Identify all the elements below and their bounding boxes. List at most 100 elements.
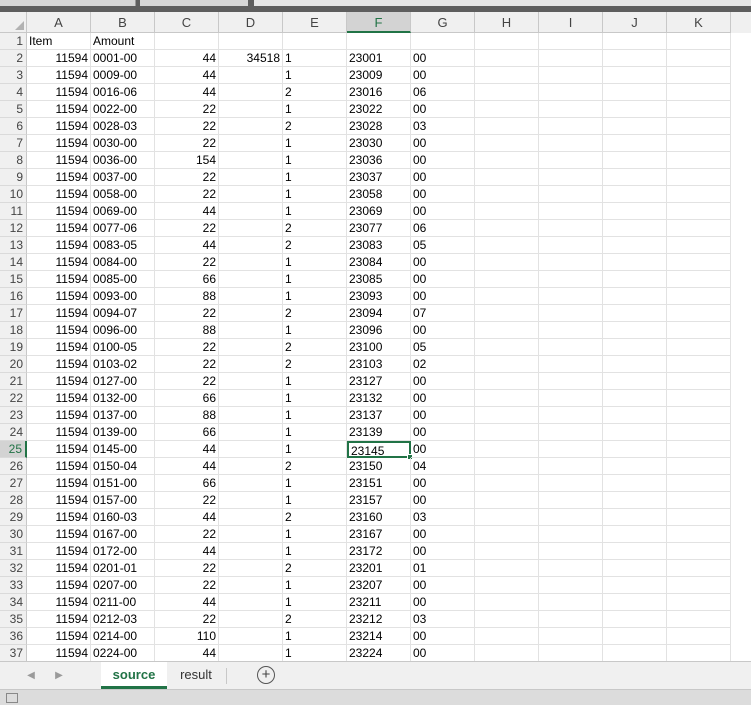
cell-b[interactable]: 0093-00 xyxy=(91,288,155,305)
cell-f[interactable]: 23094 xyxy=(347,305,411,322)
tab-source[interactable]: source xyxy=(101,662,167,689)
cell-f[interactable]: 23139 xyxy=(347,424,411,441)
cell-k[interactable] xyxy=(667,203,731,220)
cell-a[interactable]: 11594 xyxy=(27,186,91,203)
cell-f[interactable]: 23083 xyxy=(347,237,411,254)
cell-a[interactable]: 11594 xyxy=(27,611,91,628)
cell-k[interactable] xyxy=(667,492,731,509)
cell-a[interactable]: 11594 xyxy=(27,169,91,186)
cell-a[interactable]: 11594 xyxy=(27,118,91,135)
row-header[interactable]: 30 xyxy=(0,526,27,543)
cell-f[interactable]: 23224 xyxy=(347,645,411,662)
cell-k[interactable] xyxy=(667,526,731,543)
cell-b[interactable]: 0212-03 xyxy=(91,611,155,628)
cell-b[interactable]: 0160-03 xyxy=(91,509,155,526)
cell-h[interactable] xyxy=(475,594,539,611)
cell-d[interactable] xyxy=(219,203,283,220)
cell-c[interactable]: 22 xyxy=(155,169,219,186)
cell-j[interactable] xyxy=(603,288,667,305)
cell-j[interactable] xyxy=(603,118,667,135)
cell-f[interactable]: 23207 xyxy=(347,577,411,594)
cell-b[interactable]: 0172-00 xyxy=(91,543,155,560)
cell-f[interactable]: 23022 xyxy=(347,101,411,118)
cell-j[interactable] xyxy=(603,458,667,475)
cell-f[interactable]: 23137 xyxy=(347,407,411,424)
formula-buttons[interactable] xyxy=(140,0,248,6)
column-header-k[interactable]: K xyxy=(667,12,731,33)
cell-h[interactable] xyxy=(475,645,539,662)
cell-h[interactable] xyxy=(475,577,539,594)
column-header-c[interactable]: C xyxy=(155,12,219,33)
cell-g[interactable]: 00 xyxy=(411,645,475,662)
cell-h[interactable] xyxy=(475,356,539,373)
cell-a[interactable]: 11594 xyxy=(27,339,91,356)
cell-k[interactable] xyxy=(667,458,731,475)
cell-a[interactable]: 11594 xyxy=(27,220,91,237)
row-header[interactable]: 35 xyxy=(0,611,27,628)
column-header-i[interactable]: I xyxy=(539,12,603,33)
row-header[interactable]: 27 xyxy=(0,475,27,492)
cell-h[interactable] xyxy=(475,305,539,322)
cell-d[interactable] xyxy=(219,492,283,509)
cell-a[interactable]: Item xyxy=(27,33,91,50)
cell-e[interactable]: 1 xyxy=(283,407,347,424)
cell-e[interactable]: 1 xyxy=(283,203,347,220)
cell-a[interactable]: 11594 xyxy=(27,424,91,441)
cell-j[interactable] xyxy=(603,407,667,424)
cell-f[interactable] xyxy=(347,33,411,50)
cell-b[interactable]: 0036-00 xyxy=(91,152,155,169)
cell-j[interactable] xyxy=(603,628,667,645)
cell-c[interactable]: 22 xyxy=(155,356,219,373)
cell-i[interactable] xyxy=(539,441,603,458)
cell-e[interactable]: 1 xyxy=(283,645,347,662)
cell-a[interactable]: 11594 xyxy=(27,475,91,492)
cell-c[interactable]: 44 xyxy=(155,441,219,458)
row-header[interactable]: 19 xyxy=(0,339,27,356)
cell-e[interactable]: 2 xyxy=(283,611,347,628)
cell-d[interactable] xyxy=(219,305,283,322)
row-header[interactable]: 3 xyxy=(0,67,27,84)
cell-i[interactable] xyxy=(539,543,603,560)
formula-input[interactable] xyxy=(254,0,751,6)
cell-j[interactable] xyxy=(603,492,667,509)
cell-g[interactable]: 03 xyxy=(411,118,475,135)
cell-i[interactable] xyxy=(539,373,603,390)
cell-h[interactable] xyxy=(475,169,539,186)
row-header[interactable]: 7 xyxy=(0,135,27,152)
cell-a[interactable]: 11594 xyxy=(27,458,91,475)
row-header[interactable]: 14 xyxy=(0,254,27,271)
cell-i[interactable] xyxy=(539,186,603,203)
row-header[interactable]: 24 xyxy=(0,424,27,441)
cell-g[interactable]: 00 xyxy=(411,152,475,169)
cell-k[interactable] xyxy=(667,390,731,407)
cell-a[interactable]: 11594 xyxy=(27,203,91,220)
cell-i[interactable] xyxy=(539,424,603,441)
cell-e[interactable]: 1 xyxy=(283,628,347,645)
cell-j[interactable] xyxy=(603,50,667,67)
cell-i[interactable] xyxy=(539,594,603,611)
cell-a[interactable]: 11594 xyxy=(27,441,91,458)
cell-h[interactable] xyxy=(475,237,539,254)
cell-c[interactable]: 22 xyxy=(155,492,219,509)
cell-a[interactable]: 11594 xyxy=(27,50,91,67)
cell-d[interactable] xyxy=(219,611,283,628)
cell-d[interactable] xyxy=(219,67,283,84)
cell-h[interactable] xyxy=(475,186,539,203)
cell-h[interactable] xyxy=(475,135,539,152)
cell-a[interactable]: 11594 xyxy=(27,492,91,509)
row-header[interactable]: 36 xyxy=(0,628,27,645)
cell-k[interactable] xyxy=(667,611,731,628)
cell-g[interactable]: 07 xyxy=(411,305,475,322)
cell-d[interactable] xyxy=(219,628,283,645)
cell-h[interactable] xyxy=(475,441,539,458)
row-header[interactable]: 31 xyxy=(0,543,27,560)
cell-h[interactable] xyxy=(475,424,539,441)
cell-g[interactable]: 00 xyxy=(411,492,475,509)
cell-c[interactable]: 22 xyxy=(155,186,219,203)
cell-c[interactable]: 22 xyxy=(155,135,219,152)
cell-h[interactable] xyxy=(475,339,539,356)
cell-g[interactable]: 00 xyxy=(411,543,475,560)
cell-a[interactable]: 11594 xyxy=(27,543,91,560)
cell-g[interactable]: 00 xyxy=(411,186,475,203)
column-header-d[interactable]: D xyxy=(219,12,283,33)
